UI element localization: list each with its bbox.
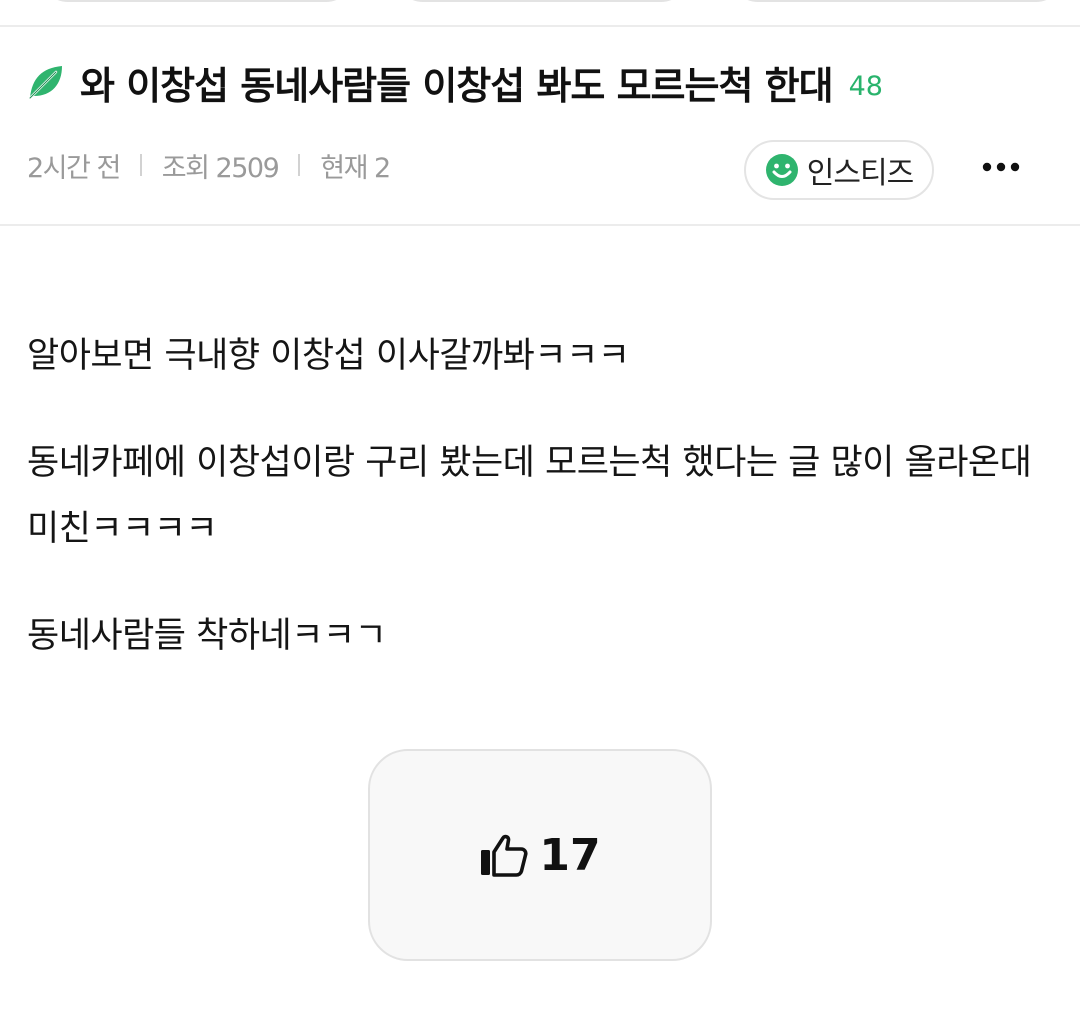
thumbs-up-icon (481, 834, 528, 877)
post-time: 2시간 전 (27, 152, 121, 184)
current-viewers: 현재 2 (320, 152, 391, 184)
post-body: 알아보면 극내향 이창섭 이사갈까봐ㅋㅋㅋ 동네카페에 이창섭이랑 구리 봤는데… (27, 323, 1057, 710)
community-badge[interactable]: 인스티즈 (744, 140, 934, 200)
meta-separator (139, 154, 142, 176)
post-meta: 2시간 전 조회 2509 현재 2 (27, 140, 391, 190)
meta-separator (298, 154, 301, 176)
like-count: 17 (539, 829, 601, 881)
top-tab-1[interactable] (40, 0, 354, 2)
body-paragraph: 동네사람들 착하네ㅋㅋㄱ (27, 616, 387, 656)
leaf-icon (28, 66, 62, 100)
comment-count[interactable]: 48 (849, 71, 883, 102)
more-icon[interactable] (980, 150, 1022, 184)
view-count: 조회 2509 (161, 152, 280, 184)
body-paragraph: 동네카페에 이창섭이랑 구리 봤는데 모르는척 했다는 글 많이 올라온대 미친… (27, 443, 1032, 549)
post-title: 와 이창섭 동네사람들 이창섭 봐도 모르는척 한대 (80, 63, 834, 108)
smile-icon (765, 154, 798, 186)
community-name: 인스티즈 (806, 156, 914, 191)
divider (0, 25, 1080, 27)
top-tab-bar (0, 0, 1080, 26)
body-paragraph: 알아보면 극내향 이창섭 이사갈까봐ㅋㅋㅋ (27, 336, 630, 376)
top-tab-2[interactable] (395, 0, 689, 2)
divider (0, 224, 1080, 226)
top-tab-3[interactable] (730, 0, 1064, 2)
title-row: 와 이창섭 동네사람들 이창섭 봐도 모르는척 한대 48 (26, 52, 1060, 112)
post-page: 와 이창섭 동네사람들 이창섭 봐도 모르는척 한대 48 2시간 전 조회 2… (0, 0, 1080, 1011)
like-button[interactable]: 17 (368, 749, 712, 961)
